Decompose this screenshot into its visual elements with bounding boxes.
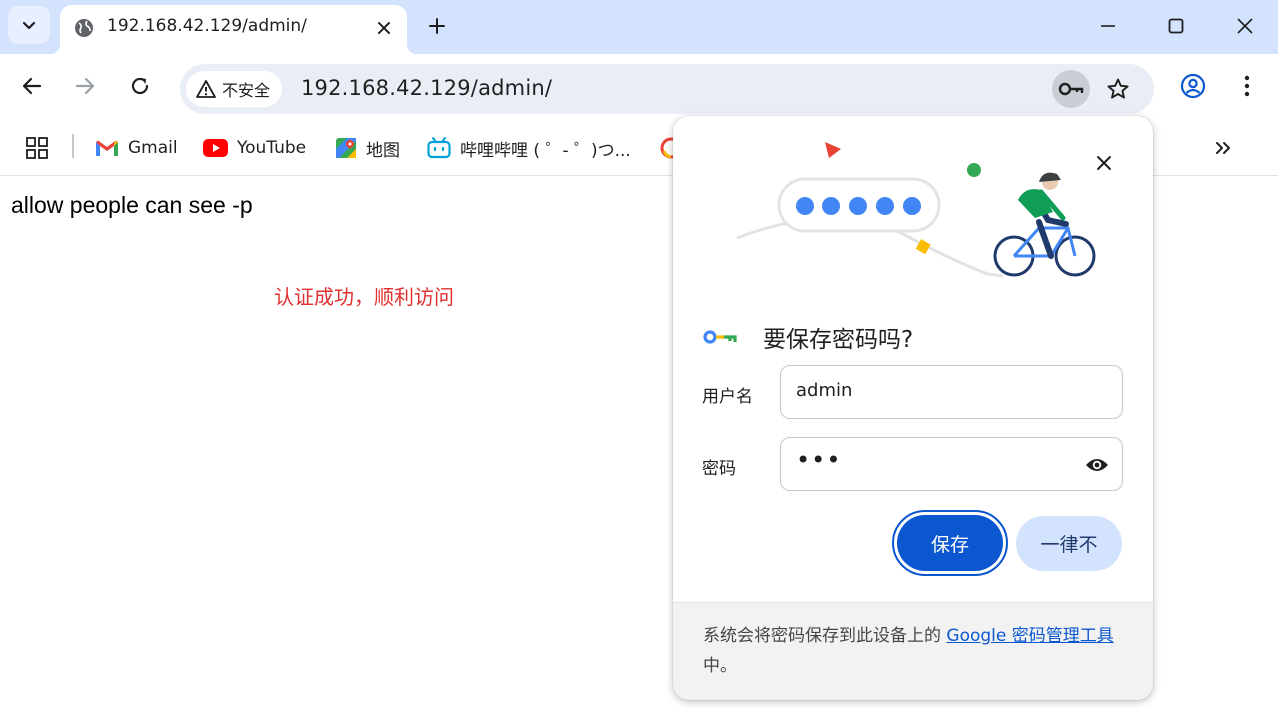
footer-text-start: 系统会将密码保存到此设备上的 bbox=[703, 626, 947, 646]
bookmark-bilibili[interactable]: 哔哩哔哩 ( ゜- ゜)つ... bbox=[427, 133, 631, 163]
apps-grid-icon bbox=[26, 137, 48, 159]
tab-close-button[interactable] bbox=[373, 17, 395, 39]
dialog-title-row: 要保存密码吗? bbox=[703, 320, 913, 354]
password-key-button[interactable] bbox=[1052, 70, 1090, 108]
bookmark-star-button[interactable] bbox=[1100, 71, 1136, 107]
show-password-button[interactable] bbox=[1084, 452, 1110, 478]
arrow-right-icon bbox=[75, 77, 95, 95]
password-label: 密码 bbox=[702, 459, 736, 479]
password-manager-link[interactable]: Google 密码管理工具 bbox=[946, 626, 1113, 646]
profile-button[interactable] bbox=[1175, 68, 1211, 104]
more-vert-icon bbox=[1244, 75, 1250, 97]
reload-icon bbox=[131, 77, 149, 95]
google-key-icon bbox=[703, 330, 737, 344]
minimize-icon bbox=[1101, 25, 1115, 27]
close-icon bbox=[378, 22, 390, 34]
address-bar[interactable]: 不安全 192.168.42.129/admin/ bbox=[180, 64, 1154, 114]
forward-button[interactable] bbox=[67, 68, 103, 104]
bookmark-partial[interactable] bbox=[660, 133, 674, 163]
bookmark-label: Gmail bbox=[128, 138, 178, 158]
bilibili-icon bbox=[427, 137, 451, 159]
security-chip[interactable]: 不安全 bbox=[186, 71, 283, 107]
close-icon bbox=[1237, 18, 1253, 34]
username-value: admin bbox=[796, 380, 853, 401]
bookmarks-overflow-button[interactable] bbox=[1214, 133, 1232, 163]
tab-search-button[interactable] bbox=[8, 6, 50, 44]
browser-toolbar: 不安全 192.168.42.129/admin/ bbox=[0, 54, 1278, 122]
success-message: 认证成功，顺利访问 bbox=[274, 285, 454, 309]
save-password-dialog: 要保存密码吗? 用户名 admin 密码 ••• 保存 一律不 系统会将密码保存… bbox=[673, 116, 1153, 700]
cyclist-illustration bbox=[736, 142, 1096, 278]
close-window-button[interactable] bbox=[1222, 8, 1268, 44]
new-tab-button[interactable] bbox=[423, 12, 451, 40]
dialog-title: 要保存密码吗? bbox=[763, 327, 914, 353]
bookmark-maps[interactable]: 地图 bbox=[335, 133, 400, 163]
key-icon bbox=[1058, 82, 1084, 96]
url-text[interactable]: 192.168.42.129/admin/ bbox=[301, 76, 552, 100]
eye-icon bbox=[1086, 459, 1108, 471]
maximize-button[interactable] bbox=[1153, 8, 1199, 44]
account-circle-icon bbox=[1180, 73, 1206, 99]
chevron-down-icon bbox=[22, 21, 36, 30]
username-field[interactable]: admin bbox=[780, 365, 1123, 419]
tab-title: 192.168.42.129/admin/ bbox=[107, 16, 307, 36]
tab-strip: 192.168.42.129/admin/ bbox=[0, 0, 1278, 54]
gmail-icon bbox=[96, 140, 118, 156]
username-label: 用户名 bbox=[702, 387, 753, 407]
reload-button[interactable] bbox=[122, 68, 158, 104]
colorful-icon bbox=[660, 137, 674, 159]
footer-text: 系统会将密码保存到此设备上的 Google 密码管理工具中。 bbox=[703, 621, 1128, 681]
save-button-label: 保存 bbox=[897, 515, 1003, 571]
globe-icon bbox=[75, 19, 93, 37]
bookmark-label: 哔哩哔哩 ( ゜- ゜)つ... bbox=[460, 140, 631, 161]
bookmark-gmail[interactable]: Gmail bbox=[95, 133, 178, 163]
back-button[interactable] bbox=[14, 68, 50, 104]
star-icon bbox=[1107, 78, 1129, 99]
password-masked-value: ••• bbox=[796, 446, 842, 474]
never-button[interactable]: 一律不 bbox=[1016, 516, 1122, 571]
close-icon bbox=[1097, 156, 1111, 170]
apps-button[interactable] bbox=[26, 133, 48, 163]
security-label: 不安全 bbox=[222, 81, 271, 100]
chevron-double-right-icon bbox=[1216, 142, 1230, 154]
bookmark-label: YouTube bbox=[237, 138, 307, 158]
password-field[interactable]: ••• bbox=[780, 437, 1123, 491]
dialog-close-button[interactable] bbox=[1091, 150, 1117, 176]
save-button[interactable]: 保存 bbox=[892, 510, 1008, 576]
active-tab[interactable]: 192.168.42.129/admin/ bbox=[50, 5, 417, 54]
arrow-left-icon bbox=[22, 77, 42, 95]
dialog-footer: 系统会将密码保存到此设备上的 Google 密码管理工具中。 bbox=[673, 602, 1153, 700]
warning-icon bbox=[196, 80, 216, 98]
plus-icon bbox=[429, 18, 445, 34]
bookmark-label: 地图 bbox=[366, 140, 400, 161]
footer-text-end: 中。 bbox=[703, 656, 737, 676]
maximize-icon bbox=[1168, 18, 1184, 34]
maps-icon bbox=[336, 138, 356, 158]
page-heading: allow people can see -p bbox=[11, 192, 253, 218]
youtube-icon bbox=[203, 139, 228, 157]
menu-button[interactable] bbox=[1229, 68, 1265, 104]
minimize-button[interactable] bbox=[1085, 8, 1131, 44]
bookmark-youtube[interactable]: YouTube bbox=[203, 133, 306, 163]
bookmarks-separator bbox=[72, 134, 74, 158]
